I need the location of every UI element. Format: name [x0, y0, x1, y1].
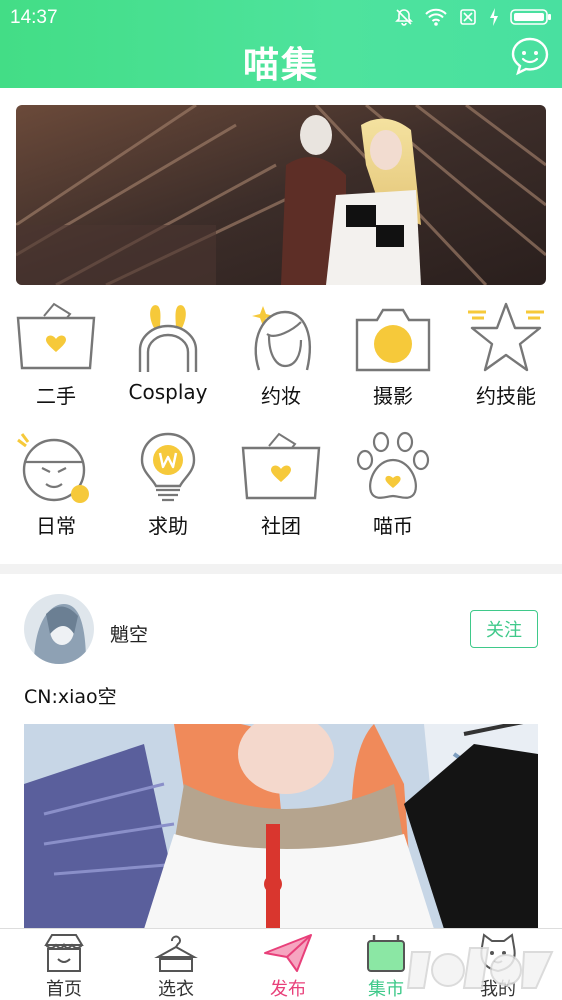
- category-help[interactable]: 求助: [118, 430, 218, 539]
- shop-home-icon: [44, 934, 84, 972]
- post-image[interactable]: [24, 724, 538, 929]
- status-time: 14:37: [10, 7, 58, 28]
- status-bar: 14:37: [0, 0, 562, 34]
- sim-icon: [458, 7, 478, 31]
- category-label: 约妆: [261, 384, 301, 408]
- category-label: 约技能: [476, 384, 536, 408]
- lightbulb-icon: [140, 432, 196, 502]
- home-top-card: 二手 Cosplay 约妆 摄影 约技能 日常 求助 社团 喵币: [0, 88, 562, 564]
- mute-icon: [394, 7, 414, 31]
- chat-smile-icon: [511, 37, 549, 76]
- nav-publish[interactable]: 发布: [232, 929, 344, 1000]
- watermark-logo: [406, 938, 556, 998]
- category-label: 日常: [36, 514, 76, 538]
- basket-heart-icon: [16, 302, 96, 370]
- nav-home[interactable]: 首页: [8, 929, 120, 1000]
- banner-image[interactable]: [16, 105, 546, 285]
- post-caption: CN:xiao空: [24, 686, 117, 708]
- follow-button[interactable]: 关注: [470, 610, 538, 648]
- girl-face-sparkle-icon: [252, 306, 311, 371]
- category-daily[interactable]: 日常: [6, 430, 106, 539]
- bunny-ears-headband-icon: [138, 305, 198, 372]
- category-label: 喵币: [373, 514, 413, 538]
- status-icons: [394, 7, 552, 31]
- hanger-icon: [154, 935, 198, 972]
- category-makeup[interactable]: 约妆: [231, 300, 331, 409]
- nav-label: 发布: [270, 979, 306, 1000]
- chat-button[interactable]: [510, 36, 550, 76]
- market-basket-icon: [367, 935, 405, 972]
- category-coin[interactable]: 喵币: [343, 430, 443, 539]
- nav-label: 首页: [46, 979, 82, 1000]
- smiling-face-icon: [17, 433, 89, 503]
- category-secondhand[interactable]: 二手: [6, 300, 106, 409]
- charging-icon: [488, 7, 500, 31]
- category-photo[interactable]: 摄影: [343, 300, 443, 409]
- app-logo: 喵集: [242, 45, 320, 86]
- paw-icon: [356, 431, 430, 499]
- category-label: 求助: [148, 514, 188, 538]
- bottom-nav: 首页 选衣 发布 集市 我的: [0, 928, 562, 1000]
- category-club[interactable]: 社团: [231, 430, 331, 539]
- wifi-icon: [424, 7, 448, 31]
- category-label: 二手: [36, 384, 76, 408]
- battery-icon: [510, 7, 552, 31]
- category-label: 社团: [261, 514, 301, 538]
- nav-outfit[interactable]: 选衣: [120, 929, 232, 1000]
- avatar[interactable]: [24, 594, 94, 664]
- category-cosplay[interactable]: Cosplay: [118, 300, 218, 404]
- app-header: 14:37 喵集: [0, 0, 562, 88]
- category-label: 摄影: [373, 384, 413, 408]
- category-label: Cosplay: [128, 380, 208, 404]
- feed-post-card: 魈空 关注 CN:xiao空: [0, 574, 562, 929]
- post-username[interactable]: 魈空: [110, 620, 148, 647]
- camera-icon: [355, 308, 431, 372]
- nav-label: 选衣: [158, 979, 194, 1000]
- basket-heart-icon: [241, 432, 321, 500]
- star-icon: [468, 302, 544, 372]
- paper-plane-icon: [264, 934, 312, 972]
- category-skill[interactable]: 约技能: [456, 300, 556, 409]
